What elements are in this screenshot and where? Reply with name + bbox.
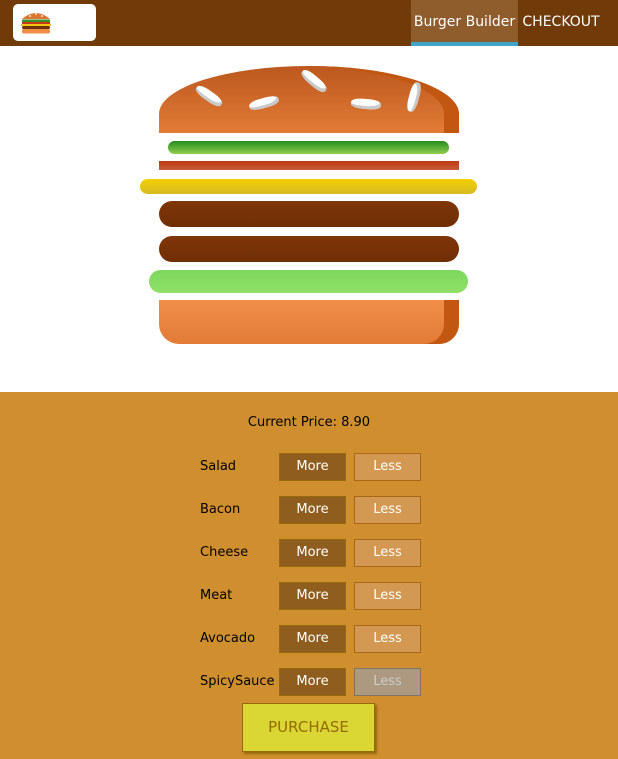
current-price: Current Price: 8.90	[247, 415, 371, 430]
build-controls: Current Price: 8.90 Salad More Less Baco…	[0, 392, 618, 759]
logo[interactable]	[13, 4, 96, 41]
purchase-button[interactable]: PURCHASE	[242, 703, 375, 752]
seed	[405, 81, 423, 113]
meat	[159, 236, 459, 262]
less-salad-button[interactable]: Less	[354, 453, 421, 481]
control-row-avocado: Avocado More Less	[200, 625, 440, 653]
more-avocado-button[interactable]: More	[279, 625, 346, 653]
seed	[248, 94, 280, 112]
control-row-spicysauce: SpicySauce More Less	[200, 668, 440, 696]
less-avocado-button[interactable]: Less	[354, 625, 421, 653]
nav-burger-builder[interactable]: Burger Builder	[411, 0, 518, 46]
bacon	[159, 161, 459, 170]
toolbar: Burger Builder CHECKOUT	[0, 0, 618, 46]
less-spicysauce-button: Less	[354, 668, 421, 696]
seed	[299, 67, 329, 95]
seed	[350, 97, 382, 111]
more-salad-button[interactable]: More	[279, 453, 346, 481]
burger	[0, 46, 618, 392]
seed	[193, 83, 225, 109]
more-bacon-button[interactable]: More	[279, 496, 346, 524]
control-label: Salad	[200, 459, 237, 474]
less-bacon-button[interactable]: Less	[354, 496, 421, 524]
control-label: Avocado	[200, 631, 256, 646]
more-meat-button[interactable]: More	[279, 582, 346, 610]
control-row-cheese: Cheese More Less	[200, 539, 440, 567]
avocado	[149, 270, 468, 293]
salad	[168, 141, 449, 154]
control-row-meat: Meat More Less	[200, 582, 440, 610]
control-row-salad: Salad More Less	[200, 453, 440, 481]
less-meat-button[interactable]: Less	[354, 582, 421, 610]
more-spicysauce-button[interactable]: More	[279, 668, 346, 696]
bread-top	[159, 66, 459, 133]
cheese	[140, 179, 477, 194]
control-label: Bacon	[200, 502, 241, 517]
control-label: Cheese	[200, 545, 249, 560]
less-cheese-button[interactable]: Less	[354, 539, 421, 567]
control-label: SpicySauce	[200, 674, 275, 689]
burger-logo-icon	[21, 13, 51, 34]
bread-bottom	[159, 300, 459, 344]
more-cheese-button[interactable]: More	[279, 539, 346, 567]
control-row-bacon: Bacon More Less	[200, 496, 440, 524]
nav-checkout[interactable]: CHECKOUT	[518, 0, 604, 46]
control-label: Meat	[200, 588, 233, 603]
meat	[159, 201, 459, 227]
